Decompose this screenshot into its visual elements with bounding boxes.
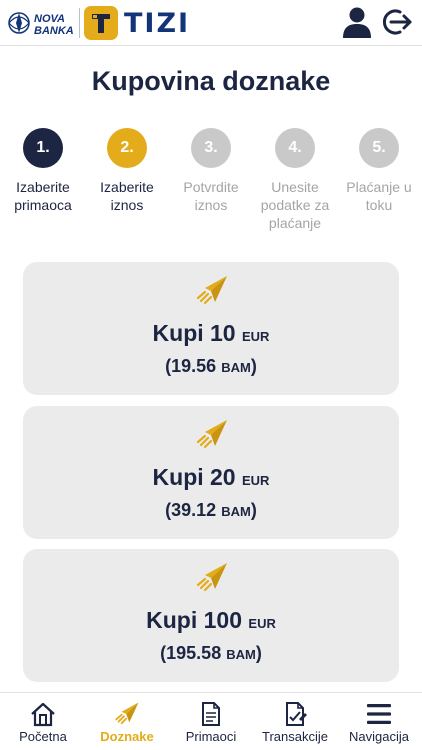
nav-item-transakcije[interactable]: Transakcije [253, 693, 337, 750]
step-label: Potvrdite iznos [183, 179, 239, 213]
logo-divider [79, 8, 80, 38]
card-amount: (195.58 BAM) [160, 643, 262, 663]
step-number: 3. [191, 128, 231, 168]
nav-item-navigacija[interactable]: Navigacija [337, 693, 421, 750]
nav-item-pocetna[interactable]: Početna [1, 693, 85, 750]
svg-text:NOVA: NOVA [34, 13, 65, 25]
nav-label: Transakcije [262, 729, 328, 744]
paper-plane-icon [115, 702, 139, 725]
nav-label: Početna [19, 729, 67, 744]
bottom-navigation: Početna Doznake Primaoci Transakcije Nav… [0, 692, 422, 750]
step-3: 3. Potvrdite iznos [169, 128, 253, 214]
page-title: Kupovina doznake [91, 66, 331, 96]
step-label: Unesite podatke za plaćanje [260, 179, 330, 231]
step-number: 1. [23, 128, 63, 168]
nav-label: Navigacija [349, 729, 409, 744]
tizi-wordmark: TIZI [124, 7, 191, 39]
user-icon[interactable] [340, 5, 374, 39]
svg-text:BANKA: BANKA [34, 25, 74, 37]
nova-banka-logo: NOVA BANKA [8, 12, 74, 37]
step-number: 4. [275, 128, 315, 168]
tizi-mark-icon [84, 6, 118, 40]
paper-plane-icon [196, 420, 227, 449]
menu-icon [367, 704, 391, 724]
step-number: 5. [359, 128, 399, 168]
buy-20-eur-card[interactable]: Kupi 20 EUR (39.12 BAM) [23, 406, 399, 539]
nav-item-doznake[interactable]: Doznake [85, 693, 169, 750]
step-label: Izaberite iznos [100, 179, 154, 213]
nav-label: Primaoci [185, 729, 237, 744]
card-amount: (19.56 BAM) [165, 356, 257, 376]
nav-label: Doznake [100, 729, 154, 744]
step-5: 5. Plaćanje u toku [337, 128, 421, 214]
logout-icon[interactable] [380, 6, 414, 38]
card-amount: (39.12 BAM) [165, 500, 257, 520]
document-icon [202, 702, 220, 726]
step-2: 2. Izaberite iznos [85, 128, 169, 214]
buy-100-eur-card[interactable]: Kupi 100 EUR (195.58 BAM) [23, 549, 399, 682]
paper-plane-icon [196, 563, 227, 592]
nav-item-primaoci[interactable]: Primaoci [169, 693, 253, 750]
step-1: 1. Izaberite primaoca [1, 128, 85, 214]
app-header: NOVA BANKA TIZI [0, 0, 422, 46]
progress-steps: 1. Izaberite primaoca 2. Izaberite iznos… [0, 128, 422, 238]
tizi-logo: TIZI [84, 6, 190, 40]
step-number: 2. [107, 128, 147, 168]
card-title: Kupi 10 EUR [152, 320, 270, 346]
card-title: Kupi 100 EUR [146, 607, 276, 633]
buy-10-eur-card[interactable]: Kupi 10 EUR (19.56 BAM) [23, 262, 399, 395]
transaction-doc-icon [286, 702, 307, 726]
card-title: Kupi 20 EUR [152, 464, 270, 490]
step-4: 4. Unesite podatke za plaćanje [253, 128, 337, 232]
step-label: Izaberite primaoca [14, 179, 72, 213]
home-icon [31, 702, 55, 727]
paper-plane-icon [196, 276, 227, 305]
step-label: Plaćanje u toku [346, 179, 412, 213]
